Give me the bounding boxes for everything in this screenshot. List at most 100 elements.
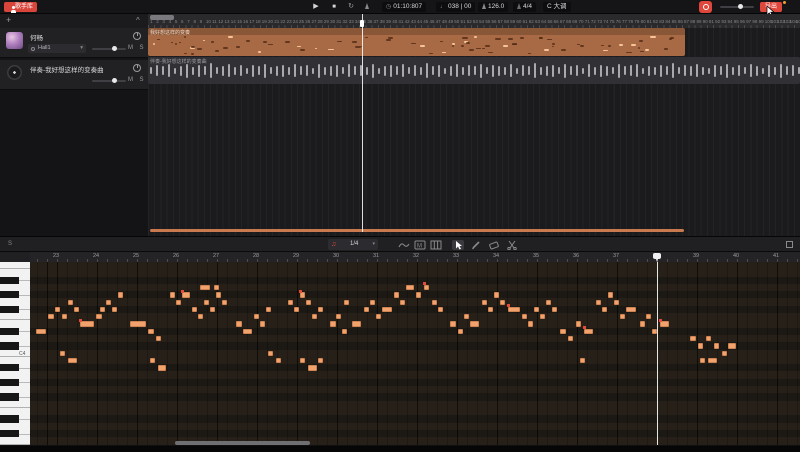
midi-note[interactable] — [620, 314, 625, 319]
midi-note[interactable] — [318, 358, 323, 363]
volume-handle[interactable] — [112, 78, 117, 83]
time-signature-display[interactable]: 4/4 — [513, 2, 536, 12]
midi-note[interactable] — [312, 314, 317, 319]
track-row-accompaniment[interactable]: 伴奏-我好想这样的变奏曲 M S — [0, 60, 148, 90]
midi-note[interactable] — [236, 321, 242, 326]
midi-note[interactable] — [580, 358, 585, 363]
midi-note[interactable] — [182, 292, 190, 297]
solo-button[interactable]: S — [137, 44, 146, 53]
midi-note[interactable] — [198, 314, 203, 319]
midi-note[interactable] — [560, 329, 566, 334]
midi-note[interactable] — [470, 321, 479, 326]
piano-roll-grid[interactable] — [30, 262, 800, 445]
midi-note[interactable] — [382, 307, 392, 312]
midi-note[interactable] — [708, 358, 717, 363]
midi-note[interactable] — [306, 300, 311, 305]
select-tool[interactable] — [452, 240, 464, 250]
midi-note[interactable] — [214, 285, 219, 290]
midi-note[interactable] — [450, 321, 456, 326]
midi-note[interactable] — [260, 321, 265, 326]
black-key[interactable] — [0, 342, 19, 349]
solo-button[interactable]: S — [137, 76, 146, 85]
black-key[interactable] — [0, 364, 19, 371]
reverb-dropdown[interactable]: Hall1 ▾ — [28, 44, 86, 53]
mute-button[interactable]: M — [126, 76, 135, 85]
midi-note[interactable] — [80, 321, 94, 326]
midi-note[interactable] — [608, 292, 613, 297]
midi-note[interactable] — [68, 358, 77, 363]
time-display[interactable]: ◷01:10:807 — [382, 2, 426, 12]
midi-note[interactable] — [106, 300, 111, 305]
midi-note[interactable] — [200, 285, 210, 290]
midi-note[interactable] — [458, 329, 463, 334]
midi-note[interactable] — [714, 343, 719, 348]
loop-region-bar[interactable] — [150, 229, 684, 232]
midi-note[interactable] — [96, 314, 102, 319]
midi-note[interactable] — [36, 329, 46, 334]
midi-note[interactable] — [158, 365, 166, 370]
midi-note[interactable] — [112, 307, 117, 312]
pitch-curve-tool[interactable] — [398, 240, 410, 250]
metronome-button[interactable] — [362, 2, 374, 12]
midi-note[interactable] — [584, 329, 593, 334]
piano-roll-playhead[interactable] — [657, 262, 658, 445]
audio-clip[interactable]: 伴奏-我好想这样的变奏曲 — [148, 57, 800, 84]
black-key[interactable] — [0, 306, 19, 313]
black-key[interactable] — [0, 430, 19, 437]
midi-note[interactable] — [150, 358, 155, 363]
midi-note[interactable] — [626, 307, 636, 312]
midi-note[interactable] — [60, 351, 65, 356]
pan-knob[interactable] — [133, 32, 141, 40]
position-display[interactable]: ♩038 | 00 — [436, 2, 475, 12]
midi-note[interactable] — [268, 351, 273, 356]
volume-handle[interactable] — [112, 46, 117, 51]
midi-note[interactable] — [500, 300, 505, 305]
midi-note[interactable] — [546, 300, 551, 305]
midi-note[interactable] — [148, 329, 154, 334]
midi-note[interactable] — [68, 300, 73, 305]
midi-note[interactable] — [204, 300, 209, 305]
pencil-tool[interactable] — [470, 240, 482, 250]
volume-slider[interactable] — [92, 80, 126, 82]
midi-note[interactable] — [552, 307, 557, 312]
loop-button[interactable]: ↻ — [345, 2, 357, 12]
midi-note[interactable] — [488, 307, 493, 312]
midi-note[interactable] — [706, 336, 711, 341]
midi-note[interactable] — [690, 336, 696, 341]
midi-note[interactable] — [364, 307, 369, 312]
singer-library-button[interactable]: 歌手库 — [4, 2, 37, 12]
midi-note[interactable] — [528, 321, 533, 326]
midi-note[interactable] — [576, 321, 581, 326]
midi-note[interactable] — [266, 307, 271, 312]
midi-note[interactable] — [352, 321, 361, 326]
midi-note[interactable] — [464, 314, 469, 319]
play-button[interactable]: ▶ — [310, 2, 322, 12]
midi-note[interactable] — [294, 307, 299, 312]
mute-button[interactable]: M — [126, 44, 135, 53]
notes-mode-icon[interactable]: ♫ — [331, 241, 336, 248]
midi-note[interactable] — [400, 300, 405, 305]
master-volume-slider[interactable] — [720, 6, 754, 8]
midi-note[interactable] — [62, 314, 67, 319]
midi-note[interactable] — [522, 314, 527, 319]
midi-note[interactable] — [596, 300, 601, 305]
midi-note[interactable] — [318, 307, 323, 312]
black-key[interactable] — [0, 415, 19, 422]
midi-note[interactable] — [534, 307, 539, 312]
horizontal-scrollbar-thumb[interactable] — [175, 441, 310, 445]
midi-note[interactable] — [432, 300, 437, 305]
midi-note[interactable] — [170, 292, 175, 297]
midi-note[interactable] — [118, 292, 123, 297]
midi-note[interactable] — [416, 292, 421, 297]
singer-avatar[interactable] — [6, 32, 23, 49]
add-track-button[interactable]: + — [6, 15, 11, 25]
piano-toggle[interactable] — [430, 240, 442, 250]
midi-note[interactable] — [394, 292, 399, 297]
midi-note[interactable] — [336, 314, 341, 319]
midi-note[interactable] — [156, 336, 161, 341]
piano-keyboard[interactable]: C4 — [0, 262, 30, 445]
midi-note[interactable] — [55, 307, 60, 312]
midi-note[interactable] — [210, 307, 215, 312]
midi-note[interactable] — [74, 307, 79, 312]
midi-note[interactable] — [370, 300, 375, 305]
